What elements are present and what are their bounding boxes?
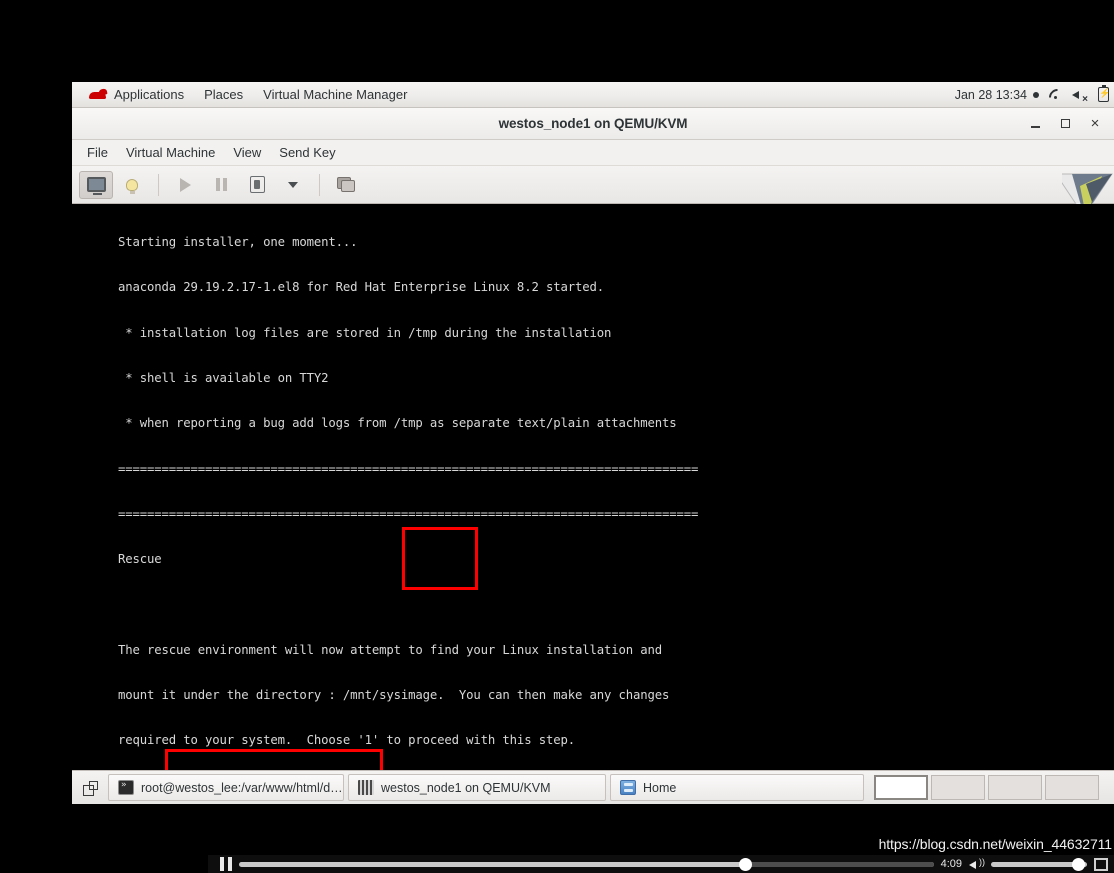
terminal-line: Rescue (118, 552, 162, 567)
wifi-icon[interactable] (1048, 87, 1063, 102)
details-bulb-icon (126, 178, 138, 194)
menu-virtual-machine[interactable]: Virtual Machine (117, 142, 224, 163)
redhat-logo-icon (88, 88, 108, 102)
window-list-taskbar: root@westos_lee:/var/www/html/d… westos_… (72, 770, 1114, 804)
show-desktop-icon (82, 780, 98, 796)
volume-slider-handle[interactable] (1072, 857, 1085, 871)
snapshots-button[interactable] (329, 171, 363, 199)
menu-bar: File Virtual Machine View Send Key (72, 140, 1114, 166)
console-view-button[interactable] (79, 170, 113, 199)
window-titlebar: westos_node1 on QEMU/KVM × (72, 108, 1114, 140)
workspace-2[interactable] (931, 775, 985, 800)
terminal-output: Starting installer, one moment... anacon… (118, 205, 698, 770)
taskbar-item-label: westos_node1 on QEMU/KVM (381, 780, 551, 795)
terminal-line: ========================================… (118, 506, 699, 521)
taskbar-item-label: Home (643, 780, 677, 795)
terminal-line: ========================================… (118, 461, 699, 476)
panel-clock[interactable]: Jan 28 13:34 (955, 88, 1039, 102)
video-player-controls: 4:09 (208, 855, 1114, 873)
virt-manager-window: westos_node1 on QEMU/KVM × File Virtual … (72, 108, 1114, 770)
shutdown-menu-button[interactable] (276, 171, 310, 199)
terminal-icon (118, 780, 134, 795)
window-title: westos_node1 on QEMU/KVM (498, 116, 688, 131)
toolbar-separator-1 (158, 173, 159, 196)
vm-console-display[interactable]: Starting installer, one moment... anacon… (72, 204, 1114, 770)
applications-menu-label: Applications (114, 87, 185, 102)
terminal-line: The rescue environment will now attempt … (118, 642, 663, 657)
speaker-icon[interactable] (969, 857, 985, 871)
terminal-line: Starting installer, one moment... (118, 235, 358, 250)
snapshots-icon (337, 177, 355, 192)
active-app-menu[interactable]: Virtual Machine Manager (253, 85, 417, 104)
taskbar-item-virt-manager[interactable]: westos_node1 on QEMU/KVM (348, 774, 606, 801)
gnome-panel-right: Jan 28 13:34 (955, 85, 1114, 105)
places-menu-label: Places (204, 87, 244, 102)
workspace-3[interactable] (988, 775, 1042, 800)
workspace-4[interactable] (1045, 775, 1099, 800)
virt-manager-icon (358, 780, 374, 795)
active-app-label: Virtual Machine Manager (263, 87, 408, 102)
terminal-line: required to your system. Choose '1' to p… (118, 733, 575, 748)
run-play-icon (179, 177, 191, 192)
toolbar (72, 166, 1114, 231)
shutdown-icon (249, 176, 265, 193)
taskbar-item-terminal[interactable]: root@westos_lee:/var/www/html/d… (108, 774, 344, 801)
menu-send-key[interactable]: Send Key (270, 142, 344, 163)
taskbar-item-label: root@westos_lee:/var/www/html/d… (141, 780, 343, 795)
terminal-line: * shell is available on TTY2 (118, 371, 329, 386)
seek-bar-handle[interactable] (739, 857, 753, 871)
volume-muted-icon[interactable] (1072, 87, 1088, 105)
console-monitor-icon (86, 177, 106, 195)
terminal-line: mount it under the directory : /mnt/sysi… (118, 688, 670, 702)
details-view-button[interactable] (115, 171, 149, 199)
player-time: 4:09 (940, 858, 962, 870)
chevron-down-icon (288, 181, 298, 188)
menu-view[interactable]: View (224, 142, 270, 163)
watermark-url: https://blog.csdn.net/weixin_44632711 (878, 836, 1113, 852)
terminal-line: * when reporting a bug add logs from /tm… (118, 416, 677, 431)
places-menu[interactable]: Places (194, 85, 253, 104)
pause-button[interactable] (204, 171, 238, 199)
pause-icon[interactable] (220, 857, 232, 871)
run-button[interactable] (168, 171, 202, 199)
taskbar-item-home[interactable]: Home (610, 774, 864, 801)
gnome-panel-left: Applications Places Virtual Machine Mana… (72, 85, 417, 104)
shutdown-button[interactable] (240, 171, 274, 199)
pause-icon (215, 178, 227, 191)
screenshot-root: Applications Places Virtual Machine Mana… (0, 0, 1114, 873)
show-desktop-button[interactable] (76, 774, 104, 802)
window-controls: × (1020, 108, 1110, 139)
battery-charging-icon[interactable] (1098, 85, 1109, 102)
menu-file[interactable]: File (78, 142, 117, 163)
workspace-1[interactable] (874, 775, 928, 800)
maximize-button[interactable] (1050, 109, 1080, 139)
recording-indicator-icon (1033, 91, 1039, 98)
terminal-line: anaconda 29.19.2.17-1.el8 for Red Hat En… (118, 280, 604, 295)
file-manager-icon (620, 780, 636, 795)
seek-bar-remaining (749, 861, 934, 867)
gnome-top-panel: Applications Places Virtual Machine Mana… (72, 82, 1114, 108)
terminal-line: * installation log files are stored in /… (118, 325, 612, 340)
toolbar-separator-2 (319, 173, 320, 196)
seek-bar[interactable] (239, 857, 934, 871)
workspace-switcher (874, 775, 1099, 800)
fullscreen-icon[interactable] (1094, 857, 1108, 871)
close-button[interactable]: × (1080, 109, 1110, 139)
minimize-button[interactable] (1020, 109, 1050, 139)
clock-label: Jan 28 13:34 (954, 87, 1027, 102)
applications-menu[interactable]: Applications (78, 85, 194, 104)
volume-slider[interactable] (991, 857, 1087, 871)
